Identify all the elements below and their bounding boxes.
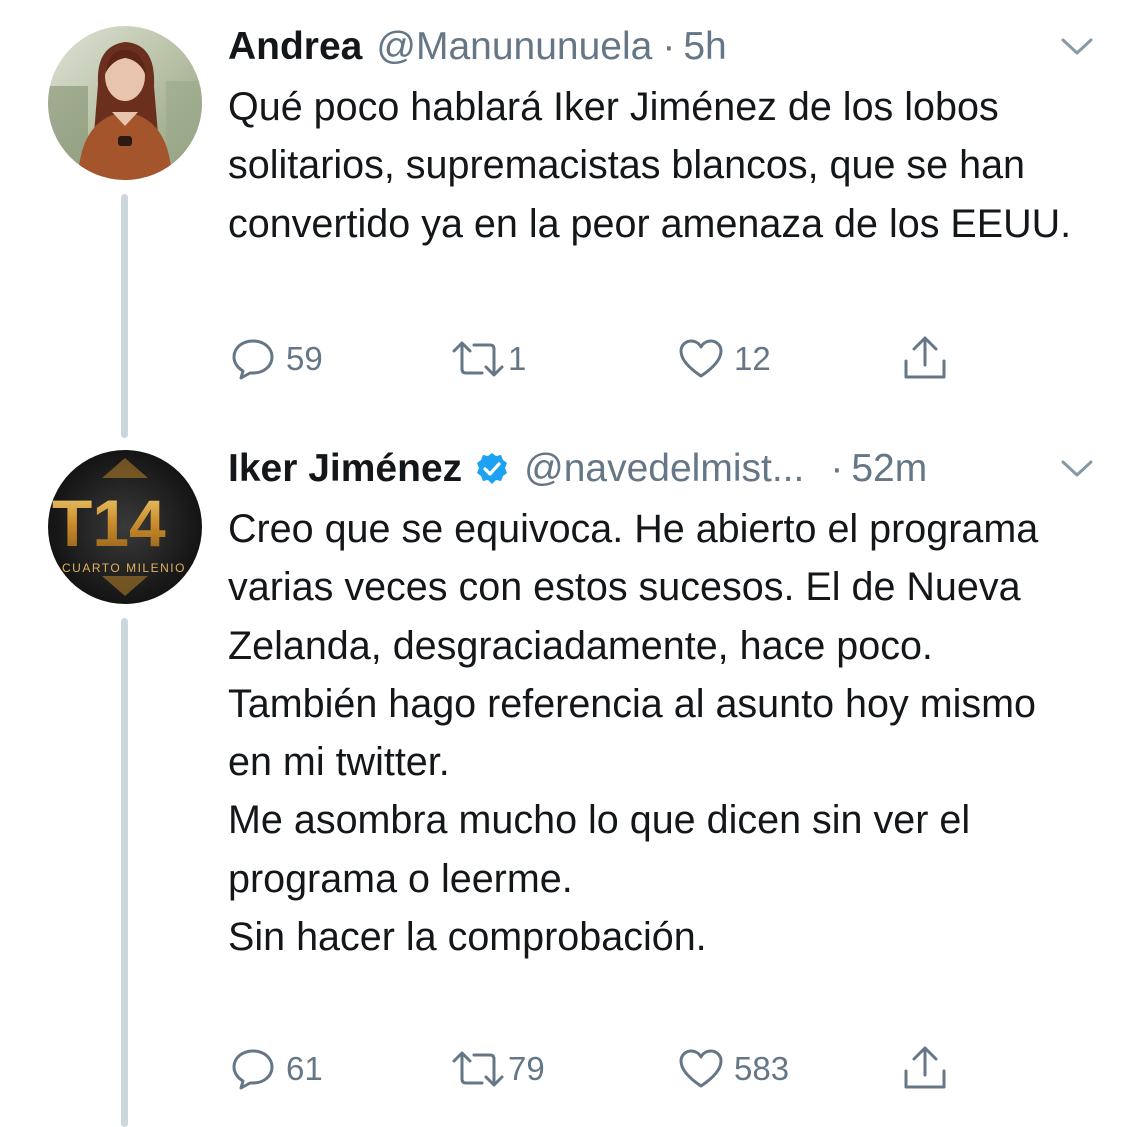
user-handle[interactable]: @navedelmist...: [524, 447, 804, 491]
logo-subtext: CUARTO MILENIO: [62, 561, 186, 575]
timestamp[interactable]: 52m: [851, 447, 927, 491]
tweet-header: Iker Jiménez @navedelmist... · 52m: [228, 444, 1094, 494]
retweet-icon: [452, 1051, 504, 1087]
chevron-down-icon[interactable]: [1060, 458, 1094, 480]
tweet-paragraph: Creo que se equivoca. He abierto el prog…: [228, 507, 1039, 785]
cuarto-milenio-logo-icon: T14 CUARTO MILENIO: [48, 450, 202, 604]
retweet-count: 79: [508, 1050, 545, 1087]
tweet-actions: 59 1 12: [228, 334, 968, 384]
timestamp[interactable]: 5h: [683, 25, 726, 69]
chevron-down-icon[interactable]: [1060, 36, 1094, 58]
share-button[interactable]: [902, 334, 948, 384]
heart-icon: [679, 1049, 723, 1088]
reply-icon: [232, 339, 274, 380]
tweet-text: Creo que se equivoca. He abierto el prog…: [228, 500, 1088, 966]
person-photo-icon: [48, 26, 202, 180]
share-icon: [904, 1046, 946, 1089]
reply-count: 61: [286, 1050, 323, 1087]
share-icon: [904, 336, 946, 379]
heart-icon: [679, 339, 723, 378]
thread-line-top: [121, 194, 128, 438]
retweet-button[interactable]: 1: [450, 334, 526, 384]
share-button[interactable]: [902, 1044, 948, 1094]
display-name[interactable]: Iker Jiménez: [228, 447, 462, 491]
tweet-actions: 61 79 583: [228, 1044, 968, 1094]
like-button[interactable]: 583: [678, 1044, 789, 1094]
reply-button[interactable]: 59: [230, 334, 323, 384]
tweet-paragraph: Me asombra mucho lo que dicen sin ver el…: [228, 798, 971, 901]
tweet-header: Andrea @Manununuela · 5h: [228, 22, 1094, 72]
logo-text: T14: [52, 486, 166, 560]
like-button[interactable]: 12: [678, 334, 771, 384]
like-count: 583: [734, 1050, 790, 1087]
user-handle[interactable]: @Manununuela: [376, 25, 652, 69]
avatar[interactable]: [48, 26, 202, 180]
retweet-count: 1: [508, 340, 527, 377]
separator-dot: ·: [662, 25, 676, 68]
tweet-text: Qué poco hablará Iker Jiménez de los lob…: [228, 78, 1088, 253]
like-count: 12: [734, 340, 771, 377]
verified-badge-icon: [474, 451, 510, 487]
separator-dot: ·: [830, 447, 844, 490]
tweet-paragraph: Qué poco hablará Iker Jiménez de los lob…: [228, 85, 1072, 246]
display-name[interactable]: Andrea: [228, 25, 362, 69]
tweet-paragraph: Sin hacer la comprobación.: [228, 915, 707, 960]
retweet-icon: [452, 341, 504, 377]
avatar[interactable]: T14 CUARTO MILENIO: [48, 450, 202, 604]
thread-line-bottom: [121, 618, 128, 1127]
reply-count: 59: [286, 340, 323, 377]
retweet-button[interactable]: 79: [450, 1044, 545, 1094]
reply-icon: [232, 1049, 274, 1090]
reply-button[interactable]: 61: [230, 1044, 323, 1094]
